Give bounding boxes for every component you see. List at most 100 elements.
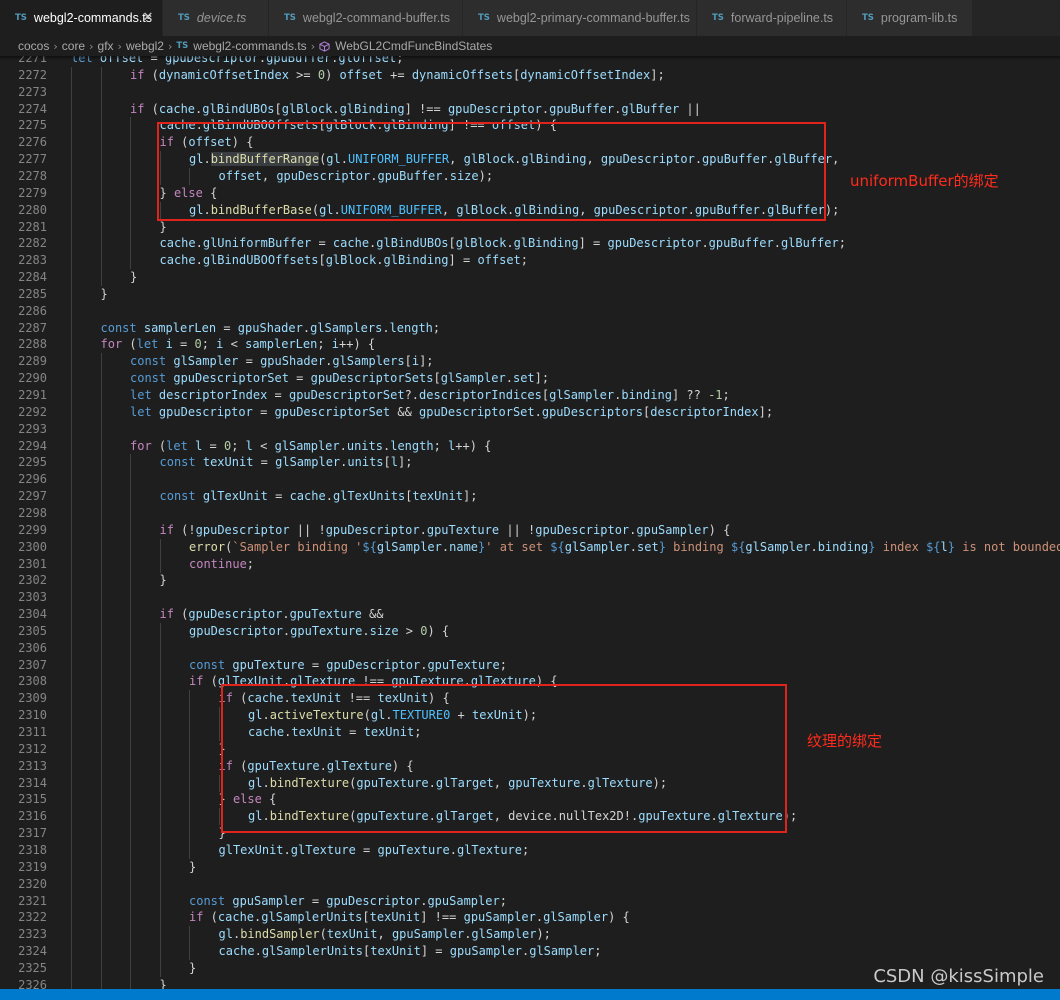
code-line[interactable]: 2285} bbox=[0, 285, 1060, 303]
code-text: gpuDescriptor.gpuTexture.size > 0) { bbox=[189, 623, 449, 640]
code-token: = bbox=[304, 893, 327, 908]
code-token: const bbox=[130, 371, 167, 386]
indent-guide bbox=[130, 774, 131, 792]
code-line[interactable]: 2284} bbox=[0, 269, 1060, 287]
code-token: . bbox=[195, 236, 203, 251]
code-line[interactable]: 2306 bbox=[0, 639, 1060, 657]
code-token: } bbox=[159, 977, 167, 989]
code-token: } bbox=[159, 573, 167, 588]
code-token: ++) { bbox=[455, 438, 492, 453]
code-token: ; bbox=[499, 657, 507, 672]
code-line[interactable]: 2319} bbox=[0, 858, 1060, 876]
code-line[interactable]: 2301 continue; bbox=[0, 555, 1060, 573]
breadcrumb-item-file[interactable]: webgl2-commands.ts bbox=[193, 39, 306, 53]
indent-guide bbox=[130, 471, 131, 489]
line-number: 2319 bbox=[18, 859, 47, 874]
code-line[interactable]: 2282 cache.glUniformBuffer = cache.glBind… bbox=[0, 235, 1060, 253]
code-token: ( bbox=[144, 101, 159, 116]
code-token: ${ bbox=[730, 539, 746, 554]
indent-guide bbox=[100, 808, 102, 826]
code-token: let bbox=[130, 404, 152, 419]
breadcrumb-item-gfx[interactable]: gfx bbox=[98, 39, 114, 53]
code-token: glTexUnits bbox=[332, 489, 406, 504]
code-line[interactable]: 2290 const gpuDescriptorSet = gpuDescript… bbox=[0, 370, 1060, 388]
breadcrumb-item-symbol[interactable]: WebGL2CmdFuncBindStates bbox=[335, 39, 492, 53]
code-line[interactable]: 2305 gpuDescriptor.gpuTexture.size > 0) { bbox=[0, 622, 1060, 640]
tab-forward-pipeline[interactable]: TS forward-pipeline.ts bbox=[697, 0, 847, 36]
breadcrumb-item-core[interactable]: core bbox=[62, 39, 85, 53]
code-line[interactable]: 2294 for (let l = 0; l < glSampler.units.… bbox=[0, 437, 1060, 455]
breadcrumb-separator: › bbox=[117, 39, 122, 53]
tab-program-lib[interactable]: TS program-lib.ts bbox=[847, 0, 973, 36]
breadcrumb-item-webgl2[interactable]: webgl2 bbox=[126, 39, 164, 53]
code-token: l bbox=[940, 539, 948, 554]
code-line[interactable]: 2299 if (!gpuDescriptor || !gpuDescriptor… bbox=[0, 521, 1060, 539]
code-token: ${ bbox=[550, 539, 565, 554]
tab-device[interactable]: TS device.ts bbox=[163, 0, 269, 36]
code-line[interactable]: 2289 const glSampler = gpuShader.glSample… bbox=[0, 353, 1060, 371]
code-token: ] ?? bbox=[671, 388, 709, 402]
code-line[interactable]: 2303 bbox=[0, 589, 1060, 607]
code-line[interactable]: 2292 let gpuDescriptor = gpuDescriptorSet… bbox=[0, 403, 1060, 421]
code-line[interactable]: 2295 const texUnit = glSampler.units[l]; bbox=[0, 454, 1060, 472]
code-token: = bbox=[172, 337, 195, 352]
typescript-file-icon: TS bbox=[284, 13, 296, 23]
code-token: ; bbox=[317, 337, 332, 352]
indent-guide bbox=[130, 606, 131, 624]
tab-webgl2-commands[interactable]: TS webgl2-commands.ts ✕ bbox=[0, 0, 163, 36]
code-line[interactable]: 2272 if (dynamicOffsetIndex >= 0) offset … bbox=[0, 66, 1060, 84]
breadcrumb-item-cocos[interactable]: cocos bbox=[18, 39, 49, 53]
indent-guide bbox=[130, 134, 131, 152]
line-number: 2322 bbox=[18, 910, 47, 925]
code-line[interactable]: 2321 const gpuSampler = gpuDescriptor.gpu… bbox=[0, 892, 1060, 910]
code-line[interactable]: 2296 bbox=[0, 471, 1060, 489]
code-line[interactable]: 2307 const gpuTexture = gpuDescriptor.gpu… bbox=[0, 656, 1060, 674]
code-line[interactable]: 2281} bbox=[0, 218, 1060, 236]
code-line[interactable]: 2323 gl.bindSampler(texUnit, gpuSampler.g… bbox=[0, 926, 1060, 944]
code-token: gpuDescriptorSet bbox=[173, 371, 289, 386]
code-line[interactable]: 2287 const samplerLen = gpuShader.glSampl… bbox=[0, 319, 1060, 337]
code-line[interactable]: 2288 for (let i = 0; i < samplerLen; i++)… bbox=[0, 336, 1060, 354]
code-line[interactable]: 2273 bbox=[0, 83, 1060, 101]
code-line[interactable]: 2302} bbox=[0, 572, 1060, 590]
code-token: i bbox=[165, 337, 173, 352]
close-icon[interactable]: ✕ bbox=[140, 10, 156, 26]
code-token: ; bbox=[594, 944, 602, 959]
code-line[interactable]: 2298 bbox=[0, 504, 1060, 522]
code-token: ; bbox=[499, 893, 507, 908]
indent-guide bbox=[189, 757, 190, 775]
code-token: cache bbox=[217, 910, 255, 925]
code-token: ; bbox=[201, 337, 217, 352]
uniform-buffer-annotation-label: uniformBuffer的绑定 bbox=[850, 172, 999, 190]
code-line[interactable]: 2293 bbox=[0, 420, 1060, 438]
breadcrumb-separator: › bbox=[310, 39, 316, 53]
code-token: binding bbox=[621, 388, 672, 402]
indent-guide bbox=[100, 488, 102, 506]
code-line[interactable]: 2304 if (gpuDescriptor.gpuTexture && bbox=[0, 606, 1060, 624]
indent-guide bbox=[100, 707, 102, 725]
line-number: 2297 bbox=[18, 489, 47, 504]
code-line[interactable]: 2283 cache.glBindUBOOffsets[glBlock.glBin… bbox=[0, 252, 1060, 270]
code-token: } bbox=[189, 859, 197, 874]
code-line[interactable]: 2297 const glTexUnit = cache.glTexUnits[t… bbox=[0, 488, 1060, 506]
code-token: gpuSampler bbox=[636, 522, 709, 537]
code-line[interactable]: 2300 error(`Sampler binding '${glSampler.… bbox=[0, 538, 1060, 556]
tab-webgl2-command-buffer[interactable]: TS webgl2-command-buffer.ts bbox=[269, 0, 463, 36]
code-token: ( bbox=[151, 438, 167, 453]
code-token: . bbox=[629, 539, 638, 554]
watermark: CSDN @kissSimple bbox=[873, 966, 1044, 987]
code-token: ${ bbox=[362, 539, 377, 554]
tab-webgl2-primary-command-buffer[interactable]: TS webgl2-primary-command-buffer.ts bbox=[463, 0, 697, 36]
code-line[interactable]: 2318 glTexUnit.glTexture = gpuTexture.glT… bbox=[0, 841, 1060, 859]
code-line[interactable]: 2320 bbox=[0, 875, 1060, 893]
indent-guide bbox=[159, 690, 161, 708]
code-line[interactable]: 2322 if (cache. glSamplerUnits[texUnit] !=… bbox=[0, 909, 1060, 927]
line-number: 2310 bbox=[18, 708, 47, 723]
indent-guide bbox=[100, 825, 102, 843]
code-line[interactable]: 2324 cache.glSamplerUnits[texUnit] = gpuS… bbox=[0, 943, 1060, 961]
code-line[interactable]: 2274 if (cache.glBindUBOs[glBlock.glBindi… bbox=[0, 100, 1060, 118]
indent-guide bbox=[100, 639, 102, 657]
code-line[interactable]: 2291 let descriptorIndex = gpuDescriptorS… bbox=[0, 387, 1060, 404]
code-line[interactable]: 2286 bbox=[0, 302, 1060, 320]
indent-guide bbox=[71, 707, 72, 725]
